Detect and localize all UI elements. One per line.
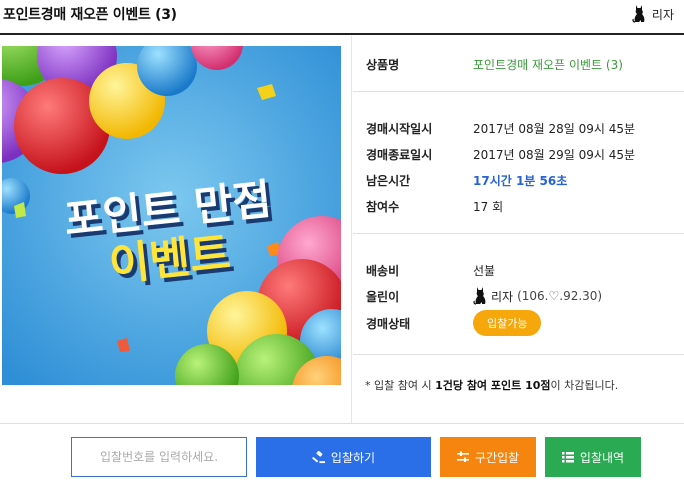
end-value: 2017년 08월 29일 09시 45분: [473, 148, 636, 162]
notice-prefix: * 입찰 참여 시: [365, 379, 436, 392]
divider: [353, 233, 684, 234]
participants-value: 17 회: [473, 200, 504, 214]
details-pane: 상품명 포인트경매 재오픈 이벤트 (3) 경매시작일시 2017년 08월 2…: [353, 36, 684, 423]
divider: [353, 91, 684, 92]
cat-silhouette-icon: [473, 287, 486, 305]
remaining-label: 남은시간: [366, 174, 411, 188]
page-title: 포인트경매 재오픈 이벤트 (3): [3, 7, 177, 23]
range-bid-label: 구간입찰: [474, 450, 520, 465]
notice-text: * 입찰 참여 시 1건당 참여 포인트 10점이 차감됩니다.: [365, 377, 618, 393]
shipping-value: 선불: [473, 264, 496, 278]
seller-name-top: 리자: [651, 7, 674, 22]
status-badge: 입찰가능: [473, 310, 542, 336]
seller-label: 올린이: [366, 289, 400, 304]
end-label: 경매종료일시: [366, 148, 433, 162]
row-product: 상품명 포인트경매 재오픈 이벤트 (3): [366, 56, 623, 73]
gavel-icon: [311, 450, 325, 463]
product-label: 상품명: [366, 58, 400, 72]
remaining-value: 17시간 1분 56초: [473, 174, 568, 188]
row-end: 경매종료일시 2017년 08월 29일 09시 45분: [366, 146, 635, 163]
row-shipping: 배송비 선불: [366, 262, 495, 279]
action-bar: 입찰하기 구간입찰 입찰내역: [0, 423, 684, 487]
seller-score: (106.♡.92.30): [517, 289, 603, 303]
product-value: 포인트경매 재오픈 이벤트 (3): [473, 58, 623, 72]
bid-history-label: 입찰내역: [579, 450, 625, 465]
row-start: 경매시작일시 2017년 08월 28일 09시 45분: [366, 120, 635, 137]
list-icon: [561, 452, 574, 463]
seller-name: 리자: [491, 289, 514, 304]
bid-button-label: 입찰하기: [330, 450, 376, 465]
row-remaining: 남은시간 17시간 1분 56초: [366, 172, 567, 189]
bid-button[interactable]: 입찰하기: [256, 437, 431, 477]
divider: [353, 354, 684, 355]
shipping-label: 배송비: [366, 264, 400, 278]
bid-number-input[interactable]: [71, 437, 247, 477]
event-banner-image: 포인트 만점 포인트 만점 이벤트 이벤트: [2, 46, 341, 385]
row-status: 경매상태 입찰가능: [366, 310, 542, 336]
notice-suffix: 이 차감됩니다.: [550, 379, 619, 392]
seller-value[interactable]: 리자 (106.♡.92.30): [473, 286, 602, 306]
notice-highlight: 1건당 참여 포인트 10점: [435, 379, 551, 392]
cat-silhouette-icon: [632, 5, 645, 23]
row-participants: 참여수 17 회: [366, 198, 503, 215]
image-pane: 포인트 만점 포인트 만점 이벤트 이벤트: [0, 36, 352, 423]
range-bid-button[interactable]: 구간입찰: [440, 437, 536, 477]
seller-info-top[interactable]: 리자: [632, 4, 674, 24]
sliders-icon: [456, 451, 469, 462]
start-value: 2017년 08월 28일 09시 45분: [473, 122, 636, 136]
bid-history-button[interactable]: 입찰내역: [545, 437, 641, 477]
start-label: 경매시작일시: [366, 122, 433, 136]
participants-label: 참여수: [366, 200, 400, 214]
page-header: 포인트경매 재오픈 이벤트 (3) 리자: [0, 0, 684, 35]
row-seller: 올린이 리자 (106.♡.92.30): [366, 286, 602, 306]
status-label: 경매상태: [366, 316, 411, 331]
